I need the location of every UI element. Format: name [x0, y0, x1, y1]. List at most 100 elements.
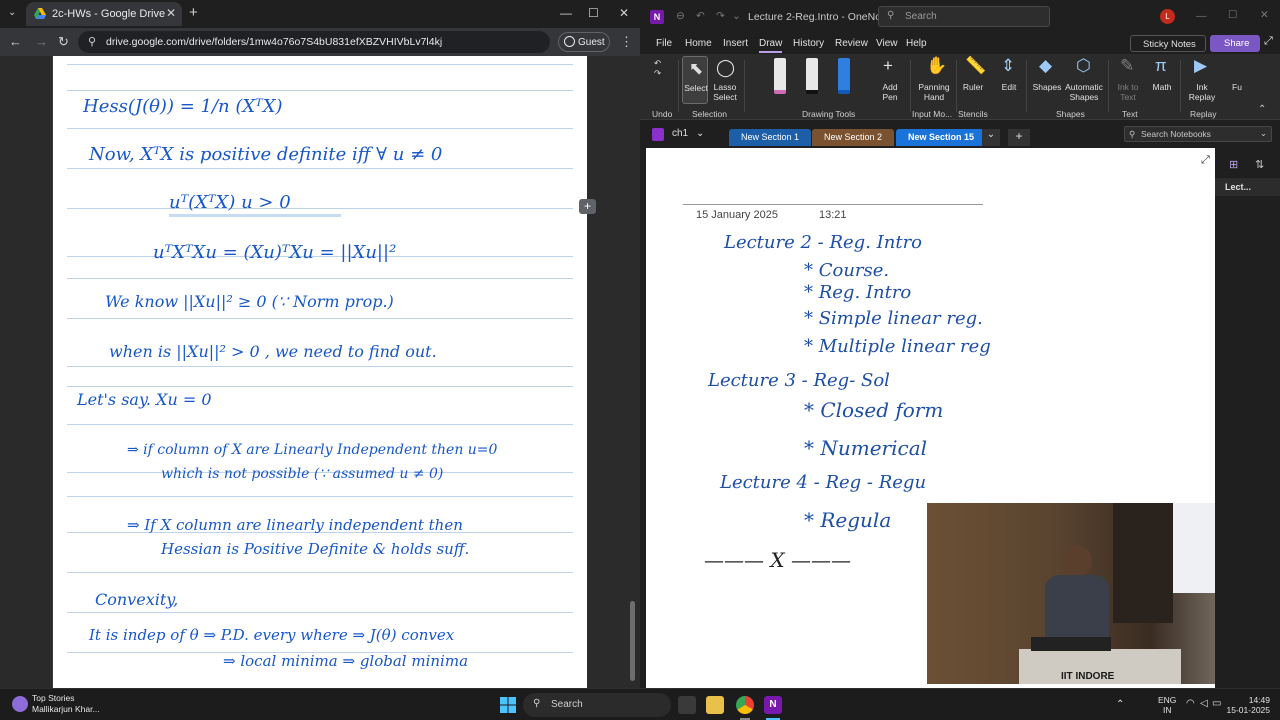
tab-draw[interactable]: Draw [759, 38, 783, 53]
sort-pages-icon[interactable]: ⇅ [1255, 158, 1264, 171]
notebook-icon [652, 128, 664, 141]
site-info-icon[interactable]: ⚲ [88, 35, 96, 48]
onenote-taskbar-icon[interactable]: N [764, 696, 782, 714]
search-icon: ⚲ [887, 10, 895, 21]
math-button[interactable]: π Math [1148, 56, 1176, 104]
panning-hand-button[interactable]: ✋ Panning Hand [916, 56, 952, 104]
search-icon: ⚲ [533, 698, 541, 709]
section-tab-15-active[interactable]: New Section 15 [896, 129, 987, 146]
volume-icon[interactable]: ◁ [1200, 698, 1208, 709]
video-caption: IIT INDORE [1061, 671, 1115, 682]
onenote-page-canvas[interactable]: ⤢ 15 January 2025 13:21 Lecture 2 - Reg.… [646, 148, 1247, 688]
forward-icon[interactable]: → [35, 34, 48, 49]
minimize-icon[interactable]: — [560, 6, 572, 20]
drive-right-panel-dimmed [587, 56, 640, 688]
quick-access-icon[interactable]: ⌄ [732, 10, 741, 22]
shapes-button[interactable]: ◆ Shapes [1032, 56, 1062, 104]
note-line: Now, XᵀX is positive definite iff ∀ u ≠ … [89, 144, 443, 165]
section-tab-2[interactable]: New Section 2 [812, 129, 895, 146]
tray-overflow-icon[interactable]: ⌃ [1116, 699, 1124, 710]
close-window-icon[interactable]: ✕ [619, 6, 629, 20]
ink-replay-button[interactable]: ▶ Ink Replay [1186, 56, 1218, 104]
add-pen-button[interactable]: + Add Pen [876, 56, 904, 104]
close-tab-icon[interactable]: ✕ [166, 6, 176, 20]
note-line: uᵀXᵀXu = (Xu)ᵀXu = ||Xu||² [153, 242, 397, 263]
page-list-item[interactable]: Lect... [1215, 178, 1280, 196]
maximize-icon[interactable]: ☐ [588, 6, 599, 20]
new-tab-button[interactable]: + [189, 4, 198, 21]
back-icon[interactable]: ← [9, 34, 22, 49]
pen-blue-selected[interactable] [838, 58, 850, 94]
pen-black[interactable] [806, 58, 818, 94]
hand-icon: ✋ [926, 56, 948, 75]
shapes-icon: ◆ [1039, 56, 1053, 75]
add-section-button[interactable]: + [1008, 129, 1030, 146]
sticky-notes-button[interactable]: Sticky Notes [1130, 35, 1206, 52]
tab-file[interactable]: File [656, 38, 672, 49]
ink-line: Lecture 2 - Reg. Intro [724, 232, 923, 253]
tab-view[interactable]: View [876, 38, 898, 49]
battery-icon[interactable]: ▭ [1212, 698, 1221, 709]
math-icon: π [1155, 56, 1167, 75]
expand-ribbon-icon[interactable]: ⤢ [1264, 35, 1273, 48]
new-page-icon[interactable]: ⊞ [1229, 158, 1238, 171]
add-comment-icon[interactable]: + [579, 199, 596, 214]
task-view-icon[interactable] [678, 696, 696, 714]
lasso-select-button[interactable]: ◯ Lasso Select [710, 56, 740, 104]
tab-insert[interactable]: Insert [723, 38, 748, 49]
menu-kebab-icon[interactable]: ⋮ [620, 34, 633, 50]
file-explorer-icon[interactable] [706, 696, 724, 714]
chrome-window: ⌄ 2c-HWs - Google Drive ✕ + — ☐ ✕ ← → ↻ … [0, 0, 640, 688]
close-window-icon[interactable]: ✕ [1260, 9, 1269, 21]
section-tab-1[interactable]: New Section 1 [729, 129, 812, 146]
taskbar-search[interactable]: ⚲ Search [523, 693, 671, 717]
ink-line: * Regula [804, 508, 892, 532]
ruler-button[interactable]: 📏 Ruler [960, 56, 986, 104]
tab-history[interactable]: History [793, 38, 824, 49]
maximize-icon[interactable]: ☐ [1228, 9, 1237, 21]
tab-help[interactable]: Help [906, 38, 927, 49]
instructor-video-overlay[interactable]: IIT INDORE [927, 503, 1247, 684]
language-indicator[interactable]: ENG IN [1158, 695, 1176, 715]
tab-search-icon[interactable]: ⌄ [8, 7, 16, 18]
tab-home[interactable]: Home [685, 38, 712, 49]
pen-highlighter-pink[interactable] [774, 58, 786, 94]
guest-profile-button[interactable]: Guest [558, 32, 610, 52]
scrollbar-thumb[interactable] [630, 601, 635, 681]
title-underline [683, 204, 983, 205]
share-button[interactable]: Share [1210, 35, 1260, 52]
note-line: We know ||Xu||² ≥ 0 (∵ Norm prop.) [105, 292, 394, 311]
redo-icon[interactable]: ↷ [716, 10, 725, 22]
reload-icon[interactable]: ↻ [58, 34, 69, 50]
user-avatar[interactable]: L [1160, 9, 1175, 24]
group-drawing-tools: Drawing Tools [802, 109, 856, 119]
back-icon[interactable]: ⊖ [676, 10, 685, 22]
search-notebooks-box[interactable]: ⚲ Search Notebooks ⌄ [1124, 126, 1272, 142]
ink-to-text-button[interactable]: ✎ Ink to Text [1114, 56, 1142, 104]
network-icon[interactable]: ◠ [1186, 698, 1195, 709]
edit-button[interactable]: ⇕ Edit [996, 56, 1022, 104]
tab-title: 2c-HWs - Google Drive [52, 8, 166, 20]
minimize-icon[interactable]: — [1196, 10, 1207, 22]
notebook-selector[interactable]: ch1 [672, 128, 688, 139]
chrome-taskbar-icon[interactable] [736, 696, 754, 714]
fu-button[interactable]: Fu [1232, 56, 1252, 104]
ribbon-tabs: File Home Insert Draw History Review Vie… [640, 34, 1280, 54]
news-widget-icon[interactable] [12, 696, 28, 712]
start-windows-icon[interactable] [500, 697, 516, 713]
tab-review[interactable]: Review [835, 38, 868, 49]
fullscreen-icon[interactable]: ⤢ [1201, 154, 1210, 167]
select-button[interactable]: ⬉ Select [682, 56, 708, 104]
automatic-shapes-button[interactable]: ⬡ Automatic Shapes [1064, 56, 1104, 104]
notebook-chevron-icon[interactable]: ⌄ [696, 128, 704, 139]
undo-history-icon[interactable]: ↶ [696, 10, 705, 22]
news-widget[interactable]: Top Stories Mallikarjun Khar... [32, 693, 100, 715]
undo-icon[interactable]: ↶ ↷ [654, 58, 661, 78]
tab-google-drive[interactable]: 2c-HWs - Google Drive ✕ [26, 2, 182, 26]
onenote-search-box[interactable]: ⚲ Search [878, 6, 1050, 27]
clock[interactable]: 14:49 15-01-2025 [1226, 695, 1270, 715]
text-highlight [169, 214, 341, 217]
address-bar[interactable]: ⚲ drive.google.com/drive/folders/1mw4o76… [78, 31, 550, 53]
more-sections-icon[interactable]: ⌄ [982, 129, 1000, 146]
collapse-ribbon-icon[interactable]: ⌃ [1258, 104, 1266, 115]
